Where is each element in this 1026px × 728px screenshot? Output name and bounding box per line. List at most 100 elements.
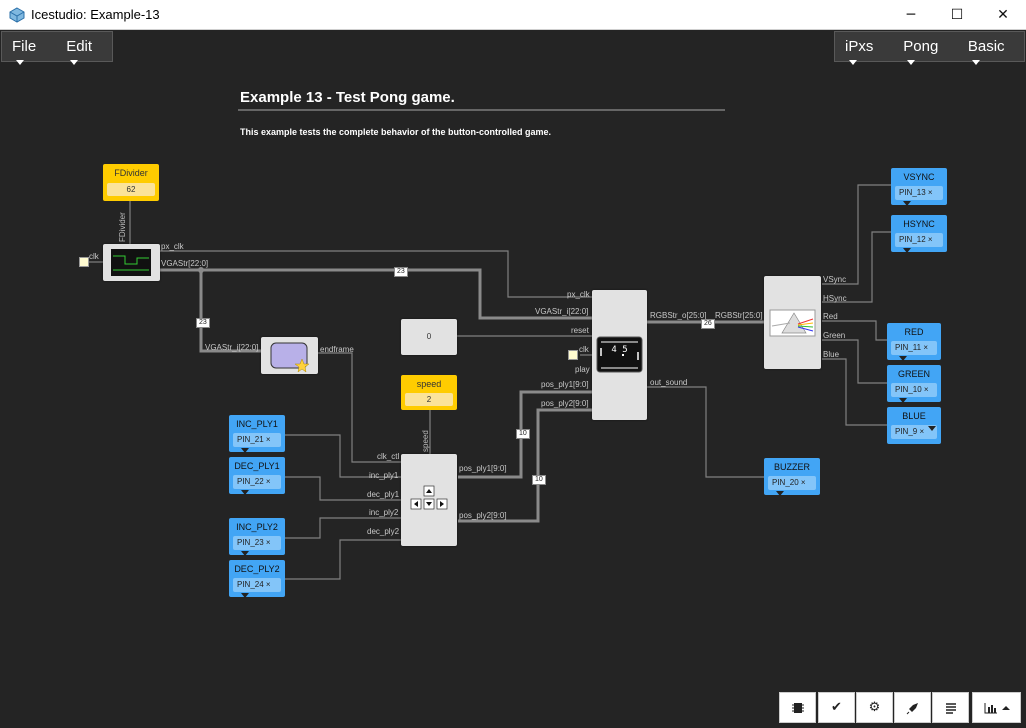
- port-green: Green: [823, 331, 846, 340]
- port-game-px-clk: px_clk: [567, 290, 590, 299]
- port-px-clk: px_clk: [161, 242, 184, 251]
- log-button[interactable]: [932, 692, 969, 723]
- port-rgbstr-o: RGBStr_o[25:0]: [650, 311, 707, 320]
- fdivider-value[interactable]: 62: [107, 183, 155, 196]
- port-game-clk: clk: [579, 345, 589, 354]
- zero-value: 0: [426, 332, 432, 341]
- wire-green: [822, 339, 887, 384]
- doc-description: This example tests the complete behavior…: [240, 127, 552, 137]
- output-pin-blue[interactable]: BLUE PIN_9 ×: [887, 407, 941, 444]
- wire-vgastr-branch: [199, 270, 261, 353]
- zero-constant-block[interactable]: 0: [401, 319, 457, 355]
- chart-icon: [984, 702, 1010, 713]
- wire-vsync: [822, 184, 891, 285]
- clk-input-square[interactable]: [79, 257, 89, 267]
- speed-constant[interactable]: speed 2: [401, 375, 457, 410]
- output-pin-buzzer[interactable]: BUZZER PIN_20 ×: [764, 458, 820, 496]
- input-pin-dec-ply1[interactable]: DEC_PLY1 PIN_22 ×: [229, 457, 285, 495]
- pong-score: 4 5: [611, 345, 627, 355]
- port-blue: Blue: [823, 350, 840, 359]
- output-pin-green[interactable]: GREEN PIN_10 ×: [887, 365, 941, 403]
- port-vgastr-i-endframe: VGAStr_i[22:0]: [205, 343, 259, 352]
- output-pin-hsync[interactable]: HSYNC PIN_12 ×: [891, 215, 947, 253]
- pin-select[interactable]: PIN_11 ×: [891, 341, 937, 361]
- doc-divider: [238, 109, 725, 111]
- input-pin-inc-ply1[interactable]: INC_PLY1 PIN_21 ×: [229, 415, 285, 453]
- wire-out-sound: [647, 386, 764, 478]
- player-controller-block[interactable]: [401, 454, 457, 546]
- port-rgbstr: RGBStr[25:0]: [715, 311, 763, 320]
- bus-width-pos2: 10: [532, 475, 546, 485]
- pin-select[interactable]: PIN_10 ×: [891, 383, 937, 403]
- settings-button[interactable]: ⚙: [856, 692, 893, 723]
- bus-width-vga-main: 23: [394, 267, 408, 277]
- port-hsync: HSync: [823, 294, 847, 303]
- arrow-keys-icon: [410, 485, 448, 510]
- pong-screen-icon: 4 5: [596, 336, 643, 373]
- port-reset: reset: [571, 326, 589, 335]
- pin-select[interactable]: PIN_22 ×: [233, 475, 281, 495]
- bus-width-pos1: 10: [516, 429, 530, 439]
- port-dec-ply2: dec_ply2: [367, 527, 400, 536]
- wire-blue: [822, 358, 887, 426]
- fdivider-param-label: FDivider: [118, 212, 127, 242]
- output-pin-red[interactable]: RED PIN_11 ×: [887, 323, 941, 361]
- port-clk: clk: [89, 252, 99, 261]
- port-endframe: endframe: [320, 345, 354, 354]
- bus-width-vga-branch: 23: [196, 318, 210, 328]
- speed-param-label: speed: [421, 430, 430, 452]
- upload-button[interactable]: [894, 692, 931, 723]
- pong-game-block[interactable]: 4 5: [592, 290, 647, 420]
- port-inc-ply2: inc_ply2: [369, 508, 399, 517]
- input-pin-dec-ply2[interactable]: DEC_PLY2 PIN_24 ×: [229, 560, 285, 598]
- port-pos-ply1-in: pos_ply1[9:0]: [541, 380, 589, 389]
- pin-select[interactable]: PIN_13 ×: [895, 186, 943, 206]
- port-pos-ply2-in: pos_ply2[9:0]: [541, 399, 589, 408]
- pin-select[interactable]: PIN_24 ×: [233, 578, 281, 598]
- wire-px-clk: [160, 250, 592, 298]
- port-vgastr: VGAStr[22:0]: [161, 259, 209, 268]
- verify-button[interactable]: ✔: [818, 692, 855, 723]
- port-pos-ply1-out: pos_ply1[9:0]: [459, 464, 507, 473]
- doc-title: Example 13 - Test Pong game.: [240, 89, 455, 106]
- port-clk-ctl: clk_ctl: [377, 452, 400, 461]
- pin-select[interactable]: PIN_21 ×: [233, 433, 281, 453]
- port-out-sound: out_sound: [650, 378, 688, 387]
- rocket-icon: [906, 702, 918, 714]
- port-inc-ply1: inc_ply1: [369, 471, 399, 480]
- wire-dec-ply2: [285, 539, 401, 580]
- vga-monitor-icon: [111, 249, 151, 276]
- prism-icon: [769, 309, 816, 337]
- gear-icon: ⚙: [868, 700, 881, 715]
- wire-endframe: [318, 352, 401, 463]
- bus-width-rgb: 26: [701, 319, 715, 329]
- vga-sync-block[interactable]: [103, 244, 160, 281]
- check-icon: ✔: [831, 700, 842, 715]
- frame-star-icon: [270, 342, 310, 373]
- port-red: Red: [823, 312, 838, 321]
- pin-select[interactable]: PIN_12 ×: [895, 233, 943, 253]
- output-pin-vsync[interactable]: VSYNC PIN_13 ×: [891, 168, 947, 206]
- pin-select[interactable]: PIN_23 ×: [233, 536, 281, 556]
- fdivider-label: FDivider: [114, 168, 148, 178]
- pin-select[interactable]: PIN_20 ×: [768, 476, 816, 496]
- endframe-block[interactable]: [261, 337, 318, 374]
- rgb-splitter-block[interactable]: [764, 276, 821, 369]
- port-pos-ply2-out: pos_ply2[9:0]: [459, 511, 507, 520]
- port-vsync: VSync: [823, 275, 847, 284]
- chip-icon: [791, 702, 804, 713]
- speed-label: speed: [416, 379, 442, 389]
- stats-button[interactable]: [972, 692, 1021, 723]
- build-button[interactable]: [779, 692, 816, 723]
- list-icon: [945, 702, 956, 714]
- input-pin-inc-ply2[interactable]: INC_PLY2 PIN_23 ×: [229, 518, 285, 556]
- port-play: play: [575, 365, 590, 374]
- speed-value[interactable]: 2: [405, 393, 453, 406]
- port-dec-ply1: dec_ply1: [367, 490, 400, 499]
- fdivider-constant[interactable]: FDivider 62: [103, 164, 159, 201]
- wire-hsync: [822, 231, 891, 303]
- play-input-square[interactable]: [568, 350, 578, 360]
- pin-select[interactable]: PIN_9 ×: [891, 425, 937, 439]
- wire-vgastr-bus: [160, 268, 592, 320]
- port-game-vgastr-i: VGAStr_i[22:0]: [535, 307, 589, 316]
